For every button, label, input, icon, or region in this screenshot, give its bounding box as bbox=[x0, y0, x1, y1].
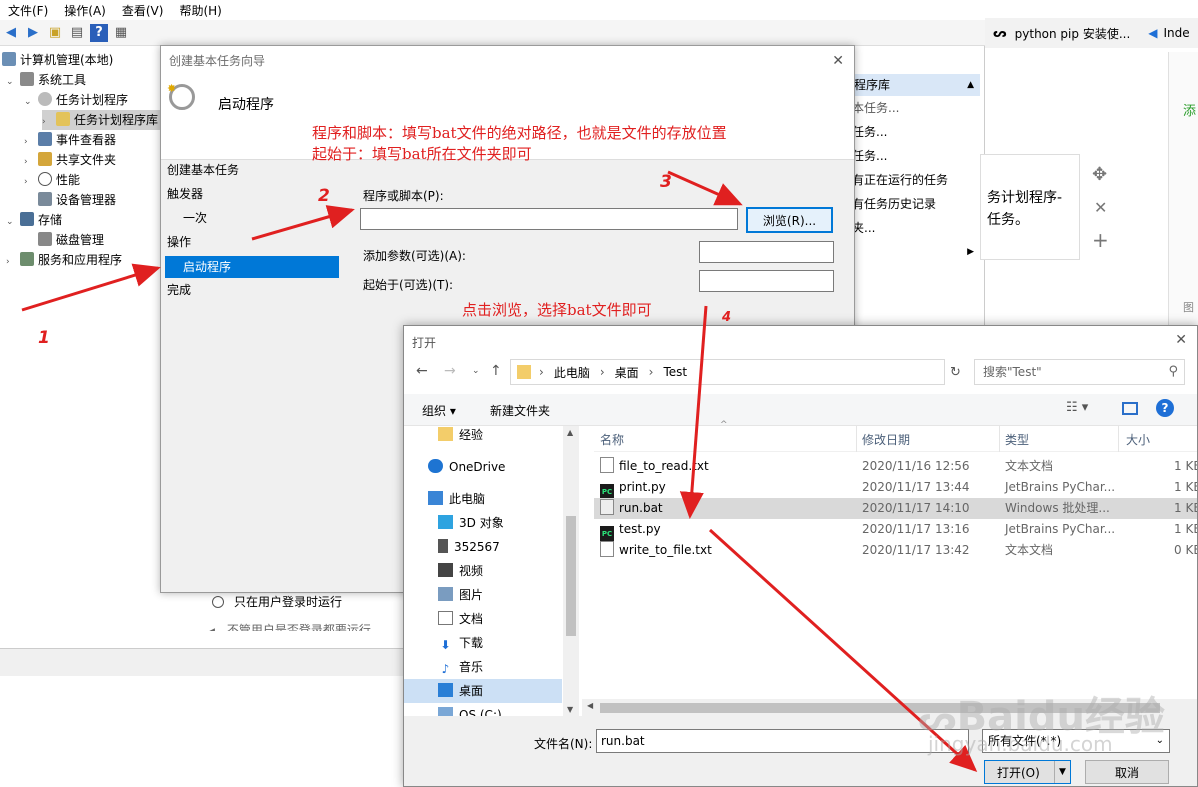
annotation-arrows bbox=[21, 170, 978, 773]
arrow-2 bbox=[251, 205, 355, 241]
watermark-url: jingyan.baidu.com bbox=[928, 732, 1113, 756]
arrow-4 bbox=[679, 305, 708, 519]
arrow-3 bbox=[667, 170, 743, 206]
arrow-1 bbox=[21, 263, 161, 312]
